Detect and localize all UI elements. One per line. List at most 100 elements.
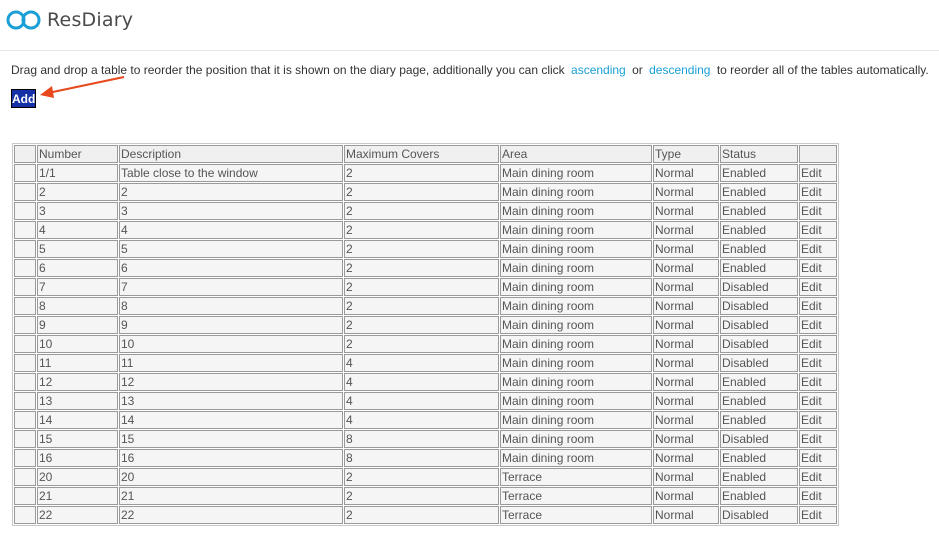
edit-link[interactable]: Edit [799,506,837,524]
add-button[interactable]: Add [11,89,36,108]
cell-max-covers: 2 [344,202,499,220]
edit-link[interactable]: Edit [799,430,837,448]
cell-number: 13 [37,392,118,410]
cell-description: 15 [119,430,343,448]
drag-handle[interactable] [14,278,36,296]
cell-description: 4 [119,221,343,239]
resdiary-logo-icon [6,9,42,31]
table-row[interactable]: 22 22 2 Terrace Normal Disabled Edit [14,506,837,524]
table-row[interactable]: 10 10 2 Main dining room Normal Disabled Edit [14,335,837,353]
edit-link[interactable]: Edit [799,468,837,486]
cell-description: 11 [119,354,343,372]
edit-link[interactable]: Edit [799,335,837,353]
table-row[interactable]: 3 3 2 Main dining room Normal Enabled Edit [14,202,837,220]
cell-description: 16 [119,449,343,467]
table-row[interactable]: 11 11 4 Main dining room Normal Disabled Edit [14,354,837,372]
drag-handle[interactable] [14,202,36,220]
edit-link[interactable]: Edit [799,259,837,277]
cell-max-covers: 8 [344,430,499,448]
cell-max-covers: 2 [344,335,499,353]
table-row[interactable]: 5 5 2 Main dining room Normal Enabled Edit [14,240,837,258]
descending-link[interactable]: descending [649,63,710,77]
drag-handle[interactable] [14,164,36,182]
edit-link[interactable]: Edit [799,449,837,467]
cell-number: 1/1 [37,164,118,182]
cell-status: Disabled [720,335,798,353]
cell-number: 11 [37,354,118,372]
table-row[interactable]: 16 16 8 Main dining room Normal Enabled Edit [14,449,837,467]
cell-type: Normal [653,354,719,372]
edit-link[interactable]: Edit [799,316,837,334]
edit-link[interactable]: Edit [799,202,837,220]
table-row[interactable]: 14 14 4 Main dining room Normal Enabled Edit [14,411,837,429]
drag-handle[interactable] [14,297,36,315]
edit-link[interactable]: Edit [799,164,837,182]
tables-list: Number Description Maximum Covers Area T… [12,143,839,526]
table-row[interactable]: 9 9 2 Main dining room Normal Disabled Edit [14,316,837,334]
drag-handle[interactable] [14,506,36,524]
table-row[interactable]: 13 13 4 Main dining room Normal Enabled Edit [14,392,837,410]
cell-number: 14 [37,411,118,429]
table-row[interactable]: 21 21 2 Terrace Normal Enabled Edit [14,487,837,505]
intro-text: Drag and drop a table to reorder the pos… [11,63,929,77]
drag-handle[interactable] [14,468,36,486]
edit-link[interactable]: Edit [799,278,837,296]
drag-handle[interactable] [14,411,36,429]
cell-max-covers: 2 [344,221,499,239]
cell-status: Enabled [720,221,798,239]
cell-type: Normal [653,468,719,486]
drag-handle[interactable] [14,487,36,505]
col-description-header: Description [119,145,343,163]
table-row[interactable]: 8 8 2 Main dining room Normal Disabled Edit [14,297,837,315]
drag-handle[interactable] [14,183,36,201]
col-actions-header [799,145,837,163]
drag-handle[interactable] [14,335,36,353]
edit-link[interactable]: Edit [799,240,837,258]
cell-status: Disabled [720,506,798,524]
cell-type: Normal [653,164,719,182]
table-row[interactable]: 1/1 Table close to the window 2 Main dining… [14,164,837,182]
edit-link[interactable]: Edit [799,183,837,201]
table-row[interactable]: 7 7 2 Main dining room Normal Disabled Edit [14,278,837,296]
cell-description: 7 [119,278,343,296]
edit-link[interactable]: Edit [799,221,837,239]
cell-area: Terrace [500,506,652,524]
cell-status: Enabled [720,449,798,467]
cell-area: Main dining room [500,221,652,239]
drag-handle[interactable] [14,240,36,258]
edit-link[interactable]: Edit [799,392,837,410]
col-type-header: Type [653,145,719,163]
cell-max-covers: 2 [344,259,499,277]
drag-handle[interactable] [14,373,36,391]
edit-link[interactable]: Edit [799,354,837,372]
cell-description: 3 [119,202,343,220]
edit-link[interactable]: Edit [799,297,837,315]
table-row[interactable]: 12 12 4 Main dining room Normal Enabled Edit [14,373,837,391]
ascending-link[interactable]: ascending [571,63,626,77]
table-row[interactable]: 15 15 8 Main dining room Normal Disabled Edit [14,430,837,448]
edit-link[interactable]: Edit [799,411,837,429]
edit-link[interactable]: Edit [799,373,837,391]
drag-handle[interactable] [14,354,36,372]
table-row[interactable]: 4 4 2 Main dining room Normal Enabled Edit [14,221,837,239]
drag-handle[interactable] [14,430,36,448]
drag-handle[interactable] [14,392,36,410]
drag-handle[interactable] [14,221,36,239]
drag-handle[interactable] [14,449,36,467]
cell-number: 10 [37,335,118,353]
drag-handle[interactable] [14,259,36,277]
table-row[interactable]: 2 2 2 Main dining room Normal Enabled Edit [14,183,837,201]
table-row[interactable]: 20 20 2 Terrace Normal Enabled Edit [14,468,837,486]
cell-description: 22 [119,506,343,524]
table-row[interactable]: 6 6 2 Main dining room Normal Enabled Edit [14,259,837,277]
logo[interactable]: ResDiary [6,9,133,31]
cell-description: 9 [119,316,343,334]
cell-type: Normal [653,335,719,353]
cell-number: 12 [37,373,118,391]
cell-type: Normal [653,392,719,410]
cell-status: Disabled [720,354,798,372]
drag-handle[interactable] [14,316,36,334]
edit-link[interactable]: Edit [799,487,837,505]
cell-max-covers: 2 [344,316,499,334]
cell-description: 13 [119,392,343,410]
